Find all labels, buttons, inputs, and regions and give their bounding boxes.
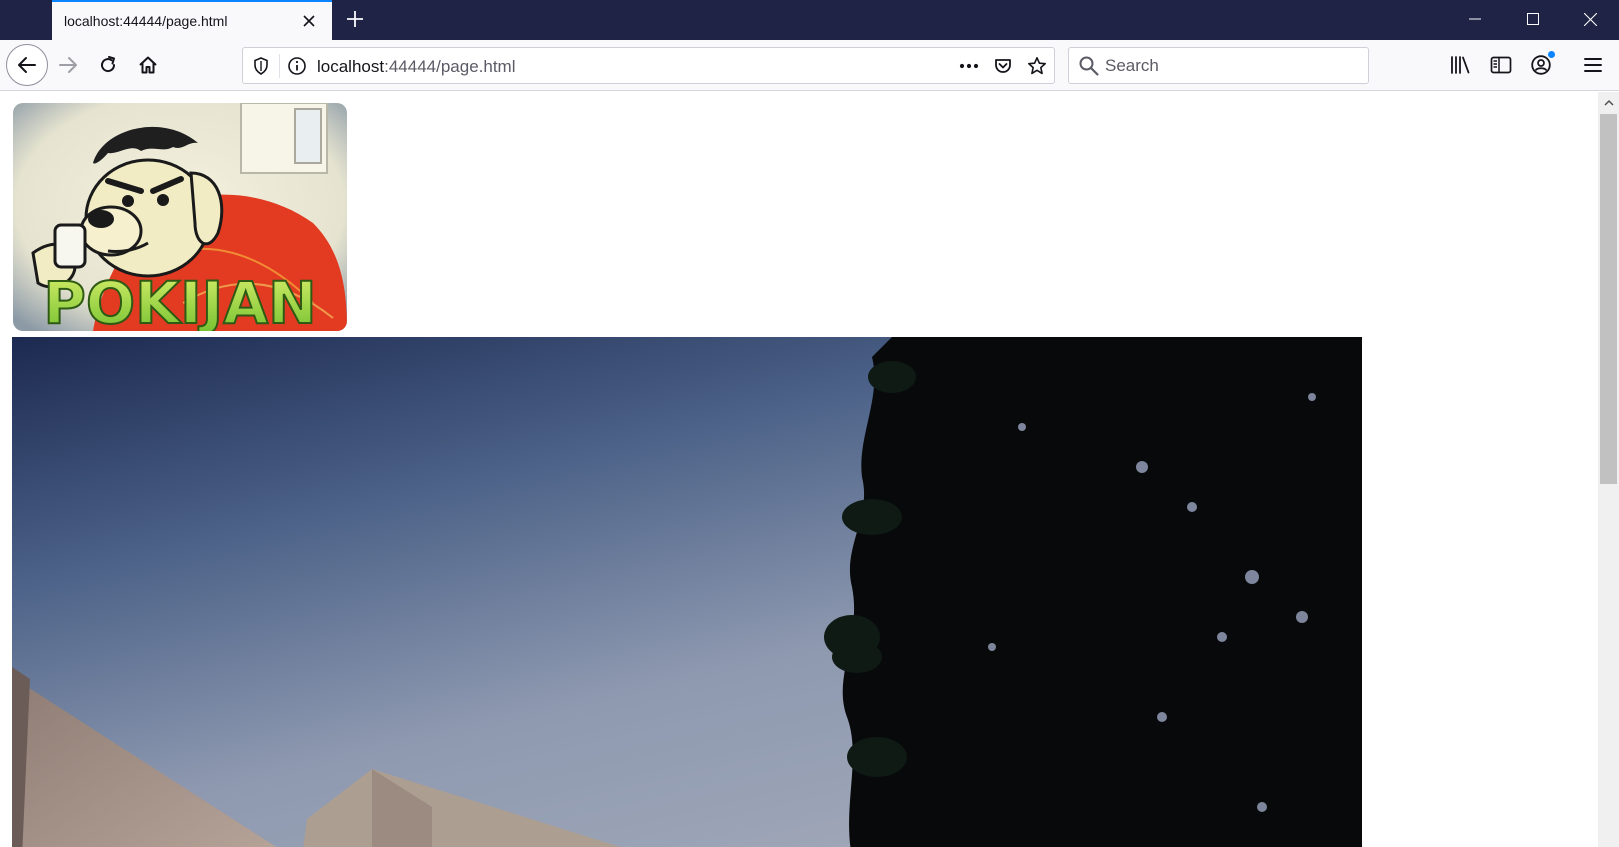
vertical-scrollbar[interactable] (1598, 92, 1619, 847)
maximize-button[interactable] (1504, 0, 1562, 38)
url-text[interactable]: localhost:44444/page.html (317, 57, 516, 77)
tab-active[interactable]: localhost:44444/page.html (52, 0, 332, 40)
account-button[interactable] (1524, 48, 1558, 82)
url-bar[interactable]: localhost:44444/page.html (242, 47, 1055, 84)
sidebar-icon (1490, 56, 1512, 74)
arrow-right-icon (59, 57, 77, 73)
url-separator (279, 54, 280, 78)
navigation-toolbar: localhost:44444/page.html (0, 40, 1619, 91)
scroll-thumb[interactable] (1600, 114, 1617, 484)
bookmark-star-button[interactable] (1023, 53, 1051, 79)
reload-button[interactable] (90, 47, 126, 83)
minimize-icon (1469, 18, 1481, 20)
pocket-icon (995, 59, 1011, 73)
tab-close-button[interactable] (298, 10, 320, 32)
new-tab-button[interactable] (340, 4, 370, 34)
chevron-up-icon (1603, 99, 1614, 106)
cartoon-illustration: POKIJAN (13, 103, 347, 331)
hamburger-icon (1584, 58, 1602, 72)
url-path: :44444/page.html (384, 57, 516, 76)
info-icon[interactable] (287, 56, 307, 76)
back-button[interactable] (6, 44, 48, 86)
content-photo (12, 337, 1362, 847)
ellipsis-icon (959, 63, 979, 69)
page-actions-button[interactable] (955, 53, 983, 79)
logo-image: POKIJAN (13, 103, 347, 331)
home-icon (139, 56, 157, 74)
sidebar-toggle-button[interactable] (1484, 48, 1518, 82)
search-icon (1079, 56, 1099, 76)
pocket-button[interactable] (989, 53, 1017, 79)
reload-icon (101, 56, 116, 73)
maximize-icon (1527, 13, 1539, 25)
minimize-button[interactable] (1446, 0, 1504, 38)
page-viewport: POKIJAN (0, 92, 1619, 847)
star-icon (1028, 57, 1046, 75)
title-bar: localhost:44444/page.html (0, 0, 1619, 40)
window-close-button[interactable] (1561, 0, 1619, 38)
arrow-left-icon (18, 57, 36, 73)
search-input[interactable] (1105, 48, 1363, 83)
scroll-up-button[interactable] (1598, 92, 1619, 112)
photo-illustration (12, 337, 1362, 847)
close-icon (1583, 12, 1597, 26)
notification-badge (1548, 51, 1555, 58)
tab-title: localhost:44444/page.html (64, 13, 228, 29)
plus-icon (347, 11, 363, 27)
forward-button[interactable] (50, 47, 86, 83)
library-button[interactable] (1444, 48, 1478, 82)
logo-text: POKIJAN (43, 269, 316, 331)
search-bar[interactable] (1068, 47, 1369, 84)
home-button[interactable] (130, 47, 166, 83)
shield-icon[interactable] (251, 56, 271, 76)
close-icon (303, 15, 315, 27)
library-icon (1451, 56, 1470, 74)
app-menu-button[interactable] (1576, 48, 1610, 82)
url-host: localhost (317, 57, 385, 76)
